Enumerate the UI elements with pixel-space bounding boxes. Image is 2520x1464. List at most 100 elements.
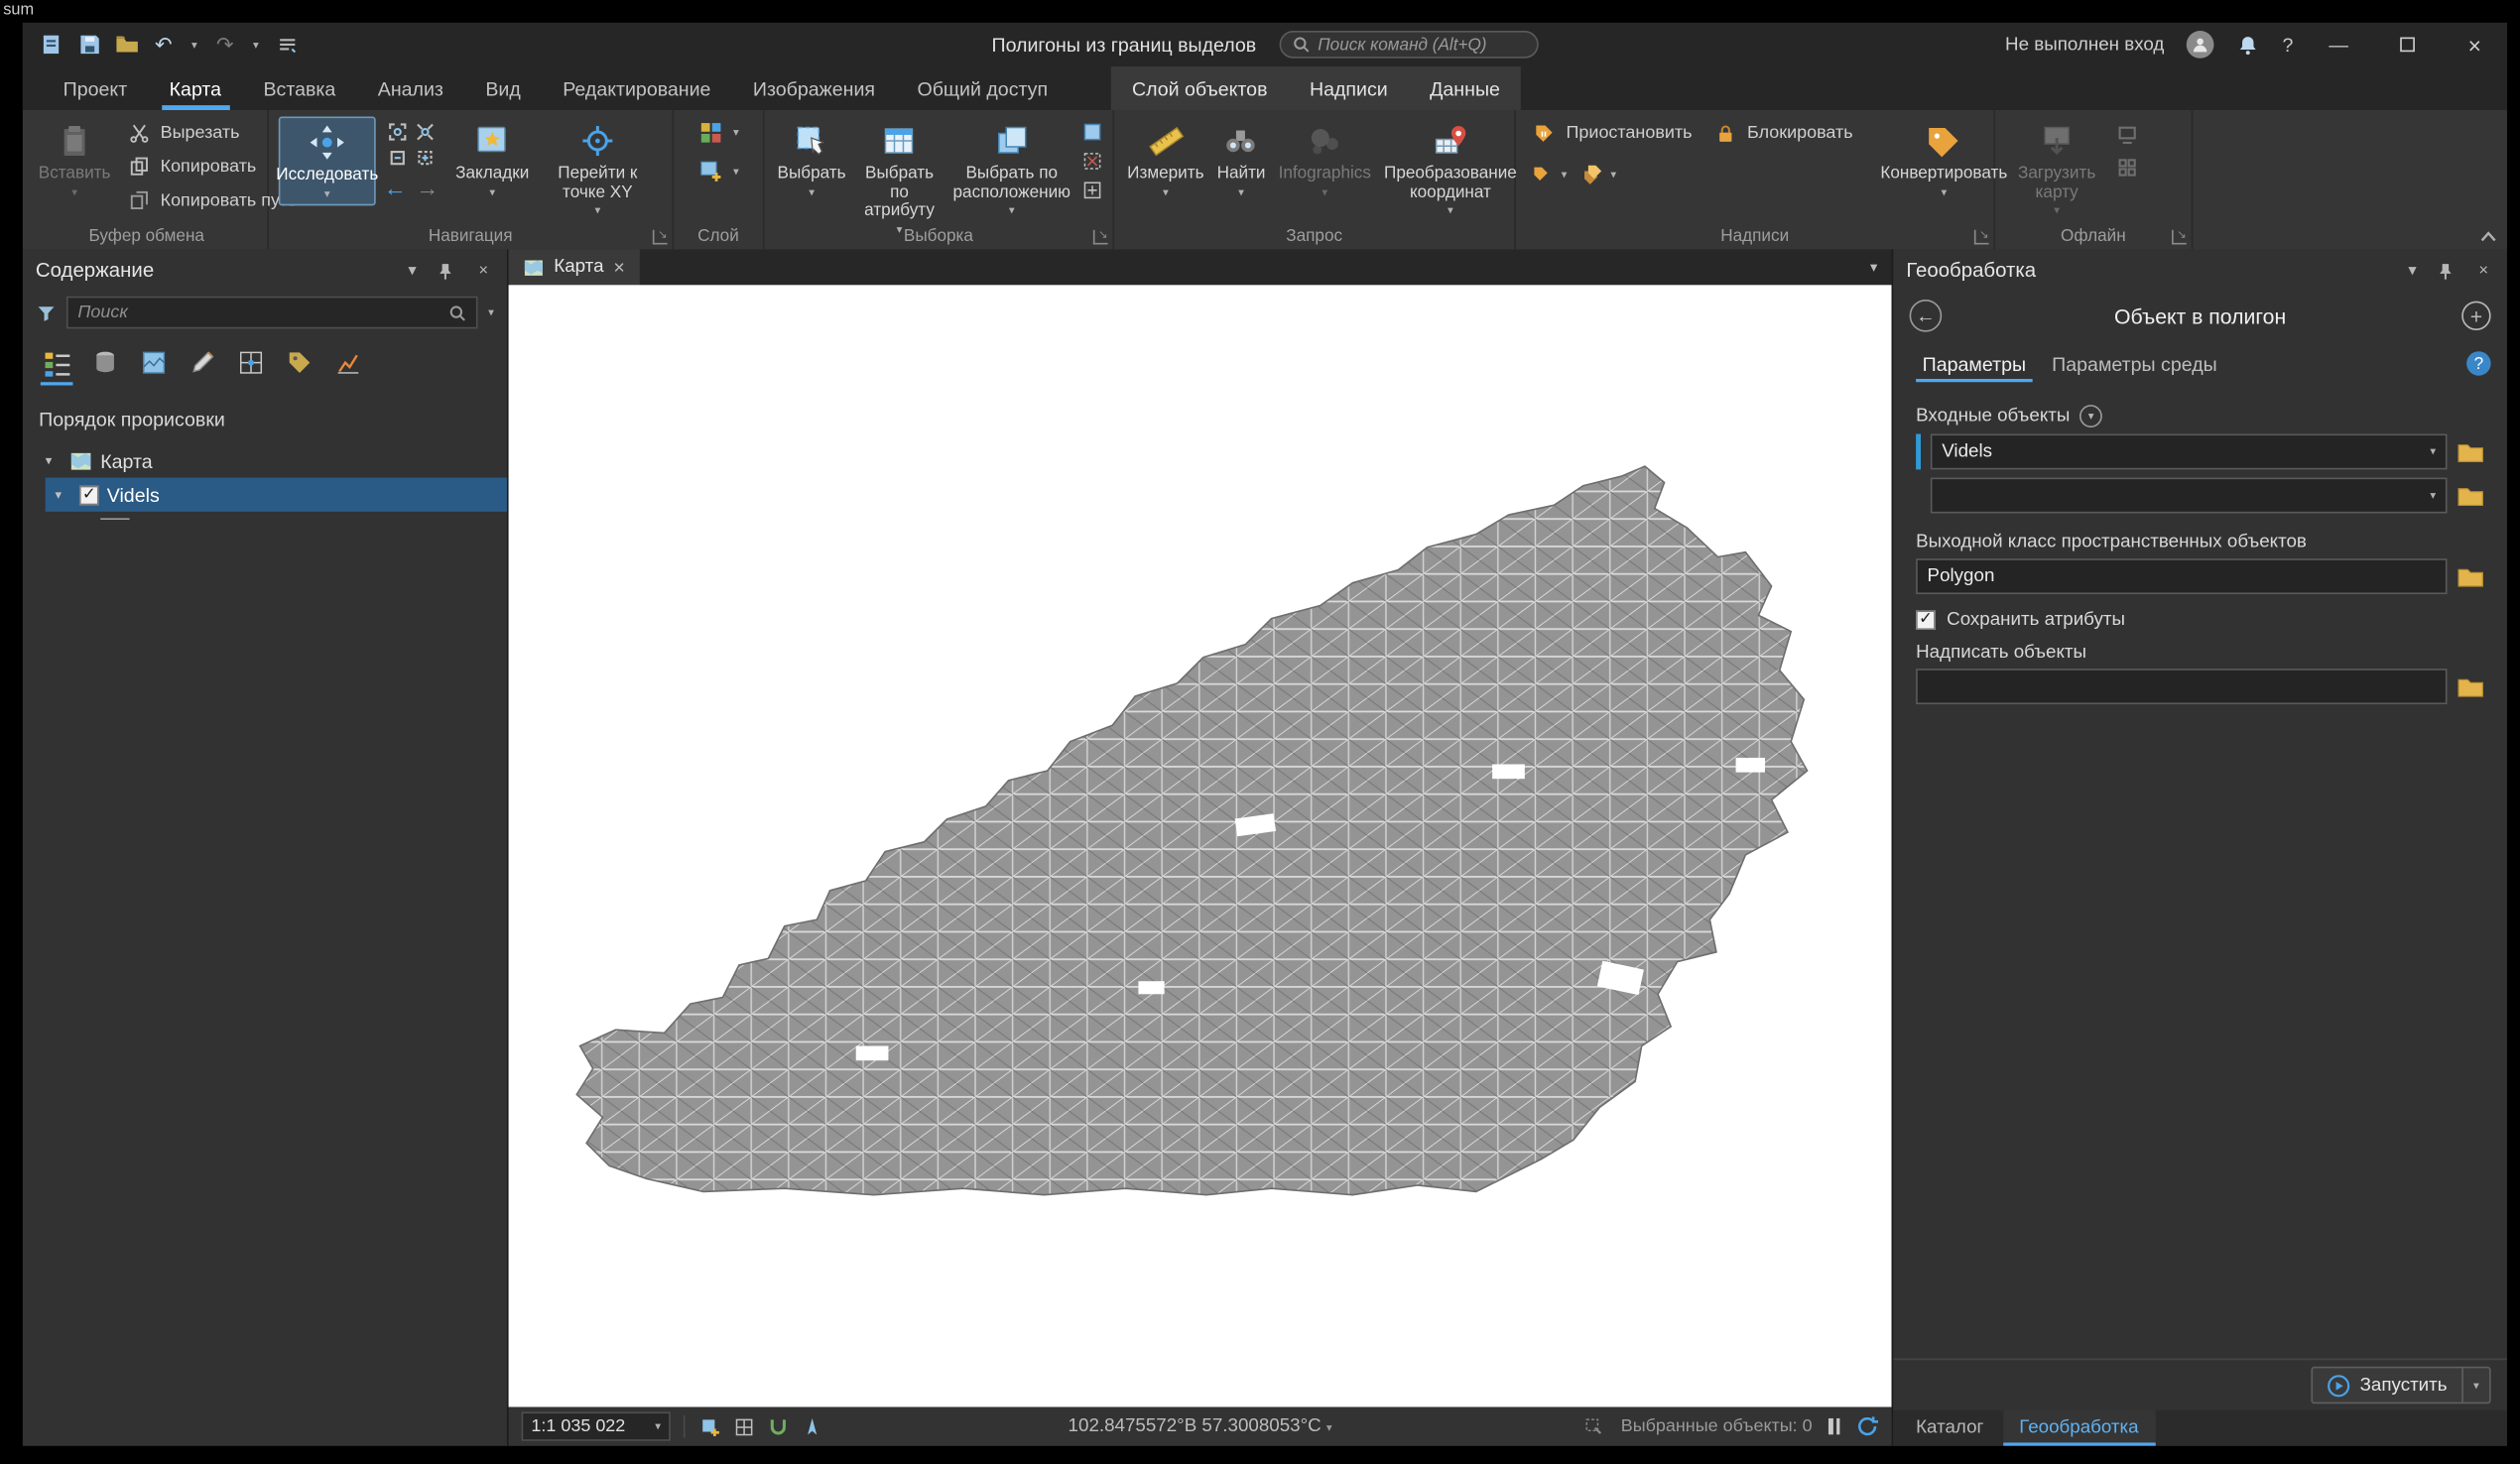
input-features-combobox[interactable]: ▾: [1930, 433, 2448, 470]
tab-share[interactable]: Общий доступ: [896, 66, 1069, 110]
dialog-launcher-icon[interactable]: ↘: [1973, 229, 1989, 245]
list-by-data-source-icon[interactable]: [84, 343, 126, 382]
clear-selection-icon[interactable]: [1080, 149, 1103, 172]
pin-icon[interactable]: [438, 262, 458, 280]
basemap-button[interactable]: ▾: [693, 117, 743, 150]
batch-toggle-icon[interactable]: ▾: [2079, 405, 2103, 427]
snapping-icon[interactable]: [766, 1415, 789, 1438]
expander-icon[interactable]: ▾: [56, 487, 71, 502]
tab-project[interactable]: Проект: [42, 66, 148, 110]
run-button[interactable]: Запустить ▾: [2311, 1366, 2491, 1404]
tab-view[interactable]: Вид: [464, 66, 542, 110]
download-map-button[interactable]: Загрузить карту ▾: [2005, 117, 2108, 220]
input-features-empty-combobox[interactable]: ▾: [1930, 477, 2448, 514]
label-features-value[interactable]: [1927, 676, 2437, 696]
contents-search-input[interactable]: [77, 303, 441, 322]
command-search[interactable]: [1279, 31, 1539, 59]
explore-button[interactable]: Исследовать ▾: [276, 116, 378, 205]
offline-options-icon[interactable]: [2115, 156, 2138, 179]
zoom-in-fixed-icon[interactable]: [413, 120, 436, 143]
close-icon[interactable]: ×: [2473, 262, 2494, 280]
next-extent-icon[interactable]: →: [417, 177, 440, 199]
tab-data[interactable]: Данные: [1409, 66, 1521, 110]
zoom-full-extent-icon[interactable]: [386, 120, 409, 143]
label-priority-button[interactable]: ▾: [1531, 159, 1567, 191]
list-by-snapping-icon[interactable]: [230, 343, 272, 382]
previous-extent-icon[interactable]: ←: [384, 177, 407, 199]
pause-drawing-icon[interactable]: [1827, 1417, 1840, 1435]
dialog-launcher-icon[interactable]: ↘: [652, 229, 668, 245]
undo-icon[interactable]: ↶: [151, 32, 177, 58]
list-by-charts-icon[interactable]: [327, 343, 369, 382]
offline-sync-icon[interactable]: [2115, 123, 2138, 146]
redo-icon[interactable]: ↷: [212, 32, 238, 58]
open-project-icon[interactable]: [113, 32, 139, 58]
lock-labels-button[interactable]: Блокировать: [1706, 117, 1857, 150]
pane-menu-icon[interactable]: ▾: [402, 262, 423, 280]
locate-button[interactable]: Найти ▾: [1213, 117, 1268, 202]
scale-combobox[interactable]: 1:1 035 022 ▾: [521, 1411, 671, 1441]
tab-imagery[interactable]: Изображения: [732, 66, 897, 110]
pin-icon[interactable]: [2438, 262, 2458, 280]
close-icon[interactable]: ×: [473, 262, 494, 280]
north-arrow-icon[interactable]: [800, 1415, 822, 1438]
input-features-value[interactable]: [1942, 441, 2421, 462]
pause-labeling-button[interactable]: Приостановить: [1526, 117, 1698, 150]
new-bookmark-icon[interactable]: [698, 1415, 721, 1438]
save-project-icon[interactable]: [76, 32, 102, 58]
selection-options-icon[interactable]: [1080, 179, 1103, 201]
tree-item-layer[interactable]: ▾ ✓ Videls: [45, 477, 507, 512]
tab-map[interactable]: Карта: [148, 66, 242, 111]
convert-coordinates-button[interactable]: Преобразование координат ▾: [1381, 117, 1520, 220]
label-weight-button[interactable]: ▾: [1579, 159, 1616, 191]
layer-visibility-checkbox[interactable]: ✓: [78, 484, 99, 505]
layer-symbol-swatch[interactable]: [100, 518, 130, 520]
list-by-visibility-icon[interactable]: [133, 343, 175, 382]
refresh-icon[interactable]: [1856, 1415, 1879, 1438]
browse-folder-icon[interactable]: [2457, 566, 2484, 587]
map-canvas[interactable]: [508, 285, 1892, 1407]
output-class-input[interactable]: [1916, 558, 2448, 595]
coordinates-caret-icon[interactable]: ▾: [1326, 1423, 1332, 1434]
tab-catalog[interactable]: Каталог: [1900, 1410, 2000, 1446]
convert-labels-button[interactable]: Конвертировать ▾: [1877, 117, 2010, 202]
notifications-icon[interactable]: [2237, 33, 2260, 56]
qat-dropdown-icon[interactable]: ▾: [249, 32, 262, 58]
list-by-labeling-icon[interactable]: [279, 343, 320, 382]
undo-dropdown-icon[interactable]: ▾: [188, 32, 200, 58]
tab-insert[interactable]: Вставка: [242, 66, 356, 110]
grid-icon[interactable]: [732, 1415, 755, 1438]
tab-parameters[interactable]: Параметры: [1913, 353, 2036, 386]
contents-search-box[interactable]: [65, 296, 479, 329]
back-icon[interactable]: ←: [1909, 299, 1943, 332]
dialog-launcher-icon[interactable]: ↘: [2172, 229, 2187, 245]
browse-folder-icon[interactable]: [2457, 485, 2484, 506]
customize-toolbar-icon[interactable]: [274, 32, 300, 58]
minimize-button[interactable]: —: [2316, 29, 2361, 61]
label-features-input[interactable]: [1916, 669, 2448, 705]
paste-button[interactable]: Вставить ▾: [36, 117, 113, 202]
maximize-button[interactable]: [2384, 29, 2430, 61]
tab-analysis[interactable]: Анализ: [357, 66, 465, 110]
signin-status[interactable]: Не выполнен вход: [2005, 35, 2164, 55]
zoom-out-fixed-icon[interactable]: [386, 146, 409, 169]
view-list-caret-icon[interactable]: ▾: [1856, 249, 1892, 285]
tab-feature-layer[interactable]: Слой объектов: [1111, 66, 1289, 110]
select-by-location-button[interactable]: Выбрать по расположению ▾: [949, 117, 1073, 220]
close-tab-icon[interactable]: ×: [613, 256, 624, 279]
tool-help-icon[interactable]: ?: [2466, 351, 2491, 376]
add-to-project-icon[interactable]: +: [2461, 301, 2491, 331]
pane-menu-icon[interactable]: ▾: [2402, 262, 2423, 280]
dialog-launcher-icon[interactable]: ↘: [1092, 229, 1108, 245]
tab-environments[interactable]: Параметры среды: [2042, 353, 2226, 386]
tree-item-map[interactable]: ▾ Карта: [23, 443, 507, 477]
close-button[interactable]: ×: [2452, 29, 2497, 61]
preserve-attributes-checkbox[interactable]: ✓: [1916, 610, 1936, 630]
map-view-tab[interactable]: Карта ×: [508, 249, 640, 286]
infographics-button[interactable]: Infographics ▾: [1275, 117, 1374, 202]
goto-xy-button[interactable]: Перейти к точке XY ▾: [544, 117, 651, 220]
select-by-attribute-button[interactable]: Выбрать по атрибуту ▾: [855, 117, 943, 239]
filter-icon[interactable]: [36, 302, 57, 322]
tab-geoprocessing[interactable]: Геообработка: [2002, 1409, 2155, 1446]
command-search-input[interactable]: [1318, 35, 1526, 55]
